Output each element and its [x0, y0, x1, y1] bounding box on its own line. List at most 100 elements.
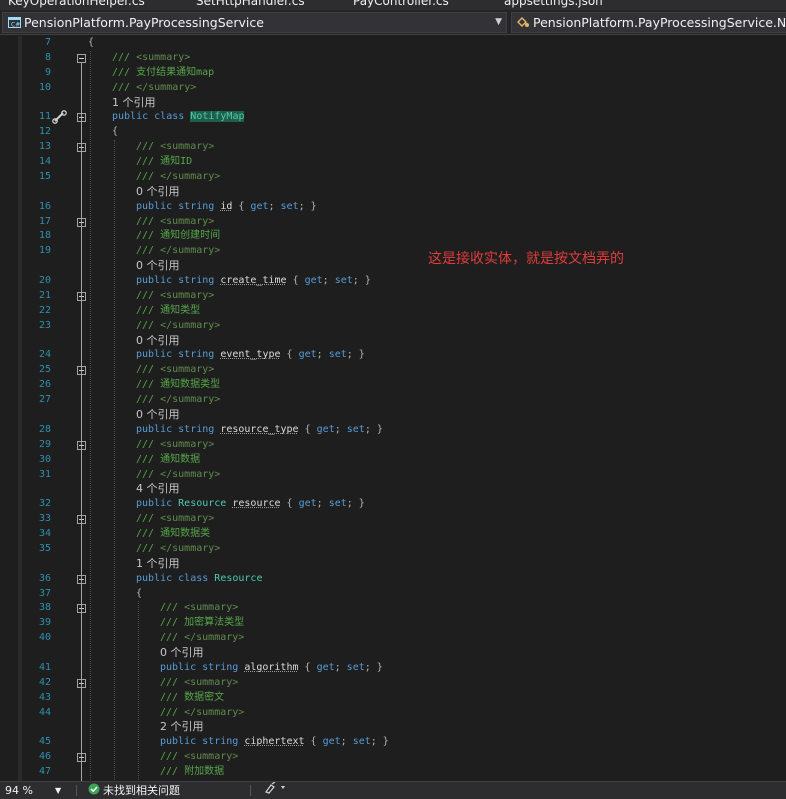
codelens-reference-count[interactable]: 0 个引用 [136, 185, 180, 199]
line-number: 13 [38, 141, 51, 153]
line-number: 19 [38, 245, 51, 257]
code-line: 30 /// 通知数据 [0, 453, 786, 468]
code-text: public string id { get; set; } [136, 200, 317, 212]
line-number: 9 [44, 66, 51, 78]
line-number: 30 [38, 453, 51, 465]
line-number: 10 [38, 81, 51, 93]
line-number: 31 [38, 468, 51, 480]
indent-guide [138, 601, 139, 780]
line-number: 24 [38, 349, 51, 361]
project-dropdown[interactable]: C# PensionPlatform.PayProcessingService … [2, 12, 507, 33]
chevron-down-icon: ▼ [495, 17, 502, 27]
document-tab-strip: KeyOperationHelper.cs SetHttpHandler.cs … [0, 0, 786, 10]
line-number: 45 [38, 736, 51, 748]
code-text: /// <summary> [136, 215, 215, 227]
indent-guide [90, 50, 91, 780]
code-line: 45 public string ciphertext { get; set; } [0, 735, 786, 750]
code-text: { [112, 126, 119, 138]
collapse-region-icon[interactable] [77, 53, 86, 63]
code-line: 17 /// <summary> [0, 215, 786, 230]
codelens-reference-count[interactable]: 1 个引用 [136, 557, 180, 571]
code-text: /// </summary> [136, 170, 221, 182]
line-number: 41 [38, 661, 51, 673]
tab-keyoperationhelper[interactable]: KeyOperationHelper.cs [8, 0, 145, 8]
code-text: /// <summary> [136, 141, 215, 153]
line-number: 12 [38, 126, 51, 138]
codelens-reference-count[interactable]: 2 个引用 [160, 720, 204, 734]
zoom-dropdown-icon[interactable]: ▼ [55, 782, 61, 799]
codelens-reference-count[interactable]: 0 个引用 [136, 334, 180, 348]
code-editor[interactable]: 这是接收实体，就是按文档弄的 7{8/// <summary> 9/// 支付结果… [0, 36, 786, 781]
line-number: 32 [38, 498, 51, 510]
code-text: /// 通知数据 [136, 453, 201, 465]
reference-count-row: 4 个引用 [0, 482, 786, 497]
code-line: 27 /// </summary> [0, 393, 786, 408]
line-number: 36 [38, 572, 51, 584]
code-line: 10 /// </summary> [0, 81, 786, 96]
code-text: public class Resource [136, 572, 263, 584]
code-line: 38 /// <summary> [0, 601, 786, 616]
code-text: /// </summary> [136, 542, 221, 554]
code-line: 44 /// </summary> [0, 706, 786, 721]
line-number: 27 [38, 394, 51, 406]
code-text: /// </summary> [136, 319, 221, 331]
tab-paycontroller[interactable]: PayController.cs [353, 0, 449, 8]
code-line: 29 /// <summary> [0, 438, 786, 453]
code-line: 16 public string id { get; set; } [0, 200, 786, 215]
code-line: 46 /// <summary> [0, 750, 786, 765]
reference-count-row: 1 个引用 [0, 96, 786, 111]
codelens-reference-count[interactable]: 0 个引用 [136, 408, 180, 422]
code-cleanup-brush-icon[interactable] [264, 781, 290, 799]
line-number: 23 [38, 319, 51, 331]
code-text: /// 附加数据 [160, 766, 225, 778]
issues-indicator[interactable]: 未找到相关问题 [88, 782, 180, 799]
code-text: /// <summary> [160, 751, 239, 763]
code-line: 32 public Resource resource { get; set; } [0, 497, 786, 512]
line-number: 44 [38, 706, 51, 718]
code-text: /// </summary> [160, 706, 245, 718]
reference-count-row: 0 个引用 [0, 408, 786, 423]
code-line: 14 /// 通知ID [0, 155, 786, 170]
code-line: 9 /// 支付结果通知map [0, 66, 786, 81]
csharp-project-icon: C# [8, 14, 21, 32]
line-number: 14 [38, 156, 51, 168]
class-icon [517, 14, 530, 32]
tab-appsettings[interactable]: appsettings.json [504, 0, 603, 8]
code-line: 35 /// </summary> [0, 542, 786, 557]
code-line: 33 /// <summary> [0, 512, 786, 527]
reference-count-row: 0 个引用 [0, 185, 786, 200]
code-line: 12 { [0, 125, 786, 140]
code-line: 40 /// </summary> [0, 631, 786, 646]
code-text: /// 加密算法类型 [160, 617, 245, 629]
code-text: /// 支付结果通知map [112, 66, 215, 78]
codelens-reference-count[interactable]: 0 个引用 [160, 646, 204, 660]
code-line: 39 /// 加密算法类型 [0, 616, 786, 631]
line-number: 42 [38, 676, 51, 688]
type-dropdown[interactable]: PensionPlatform.PayProcessingService.Not… [511, 12, 786, 33]
code-text: /// 通知数据类 [136, 528, 211, 540]
code-text: public string resource_type { get; set; … [136, 423, 383, 435]
reference-count-row: 2 个引用 [0, 720, 786, 735]
code-text: /// <summary> [136, 289, 215, 301]
indent-guide [114, 140, 115, 780]
code-text: /// 通知类型 [136, 304, 201, 316]
code-line: 42 /// <summary> [0, 676, 786, 691]
code-line: 41 public string algorithm { get; set; } [0, 661, 786, 676]
line-number: 16 [38, 200, 51, 212]
reference-count-row: 0 个引用 [0, 259, 786, 274]
code-line: 20 public string create_time { get; set; … [0, 274, 786, 289]
code-line: 26 /// 通知数据类型 [0, 378, 786, 393]
codelens-reference-count[interactable]: 0 个引用 [136, 259, 180, 273]
code-text: /// <summary> [136, 364, 215, 376]
codelens-reference-count[interactable]: 1 个引用 [112, 96, 156, 110]
reference-count-row: 0 个引用 [0, 334, 786, 349]
status-bar: 94 % ▼ 未找到相关问题 [0, 781, 786, 799]
codelens-reference-count[interactable]: 4 个引用 [136, 482, 180, 496]
code-text: public string create_time { get; set; } [136, 275, 371, 287]
line-number: 25 [38, 364, 51, 376]
type-name: PensionPlatform.PayProcessingService.Not… [533, 15, 786, 30]
zoom-level[interactable]: 94 % [5, 782, 33, 799]
tab-sethttphandler[interactable]: SetHttpHandler.cs [196, 0, 305, 8]
code-line: 37 { [0, 587, 786, 602]
code-line: 28 public string resource_type { get; set… [0, 423, 786, 438]
